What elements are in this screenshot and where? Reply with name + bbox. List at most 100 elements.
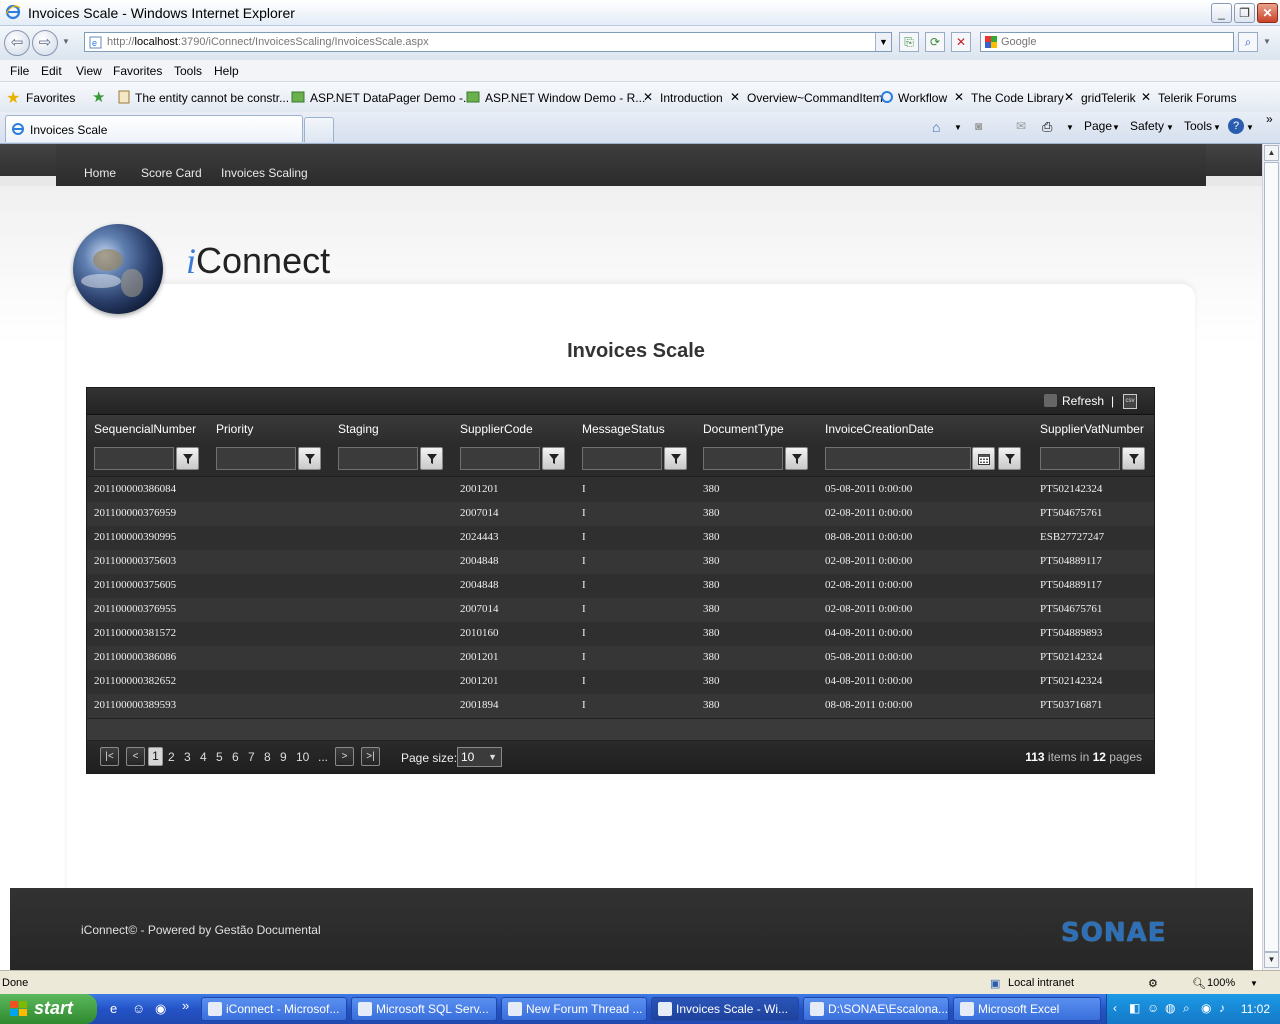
page-number[interactable]: 5 [216,750,223,764]
taskbar-button-invoices-scale[interactable]: Invoices Scale - Wi... [651,997,799,1021]
print-icon[interactable]: ⎙ [1042,119,1052,135]
scroll-down-button[interactable]: ▼ [1264,952,1279,968]
favorites-button[interactable]: Favorites [26,91,75,105]
favorite-link-workflow[interactable]: Workflow [898,91,947,105]
column-header-suppliercode[interactable]: SupplierCode [460,422,533,436]
nav-score-card[interactable]: Score Card [141,166,202,180]
tray-app-icon[interactable]: ◧ [1129,1001,1140,1015]
filter-button-invoicecreationdate[interactable] [998,447,1021,470]
page-number[interactable]: 6 [232,750,239,764]
filter-input-sequencialnumber[interactable] [94,447,174,470]
url-input[interactable]: e http://localhost:3790/iConnect/Invoice… [84,32,892,52]
help-icon[interactable]: ? [1228,118,1244,134]
menu-edit[interactable]: Edit [41,64,62,78]
close-button[interactable]: ✕ [1257,3,1278,23]
tray-search-icon[interactable]: ⌕ [1183,1001,1190,1016]
favorite-link-introduction[interactable]: Introduction [660,91,723,105]
table-row[interactable]: 201100000382652 2001201 I 380 04-08-2011 0:0… [87,670,1154,694]
taskbar-button-excel[interactable]: Microsoft Excel [953,997,1101,1021]
zoom-level[interactable]: 100% [1207,977,1235,989]
search-field[interactable] [980,32,1234,52]
scroll-thumb[interactable] [1264,162,1279,952]
export-csv-icon[interactable]: csv [1123,394,1137,409]
chevron-more-icon[interactable]: » [1266,112,1273,126]
minimize-button[interactable]: _ [1211,3,1232,23]
quicklaunch-ie-icon[interactable]: e [110,1001,117,1016]
table-row[interactable]: 201100000386084 2001201 I 380 05-08-2011 0:0… [87,478,1154,502]
print-dropdown-icon[interactable]: ▼ [1066,123,1074,132]
table-row[interactable]: 201100000376959 2007014 I 380 02-08-2011 0:0… [87,502,1154,526]
table-row[interactable]: 201100000376955 2007014 I 380 02-08-2011 0:0… [87,598,1154,622]
table-row[interactable]: 201100000390995 2024443 I 380 08-08-2011 0:0… [87,526,1154,550]
filter-button-messagestatus[interactable] [664,447,687,470]
compatibility-icon[interactable]: ⎘ [899,32,919,52]
refresh-page-icon[interactable]: ⟳ [925,32,945,52]
menu-favorites[interactable]: Favorites [113,64,162,78]
tray-network-icon[interactable]: ◉ [1201,1001,1211,1015]
taskbar-button-explorer-folder[interactable]: D:\SONAE\Escalona... [803,997,949,1021]
column-header-priority[interactable]: Priority [216,422,253,436]
filter-button-sequencialnumber[interactable] [176,447,199,470]
new-tab-button[interactable] [304,117,334,142]
quicklaunch-messenger-icon[interactable]: ☺ [132,1001,145,1016]
filter-input-priority[interactable] [216,447,296,470]
tools-menu[interactable]: Tools [1184,119,1212,133]
column-header-staging[interactable]: Staging [338,422,379,436]
favorite-link-overview[interactable]: Overview~CommandItem [747,91,883,105]
favorite-link-datapager[interactable]: ASP.NET DataPager Demo -... [310,91,473,105]
table-row[interactable]: 201100000375605 2004848 I 380 02-08-2011 0:0… [87,574,1154,598]
page-number-current[interactable]: 1 [148,747,163,766]
filter-input-suppliercode[interactable] [460,447,540,470]
page-number[interactable]: 7 [248,750,255,764]
page-number[interactable]: 4 [200,750,207,764]
favorite-link-telerik-forums[interactable]: Telerik Forums [1158,91,1237,105]
menu-view[interactable]: View [76,64,102,78]
stop-icon[interactable]: ✕ [951,32,971,52]
column-header-sequencialnumber[interactable]: SequencialNumber [94,422,196,436]
menu-file[interactable]: File [10,64,29,78]
home-dropdown-icon[interactable]: ▼ [954,123,962,132]
page-number[interactable]: 2 [168,750,175,764]
refresh-button[interactable]: Refresh [1044,394,1104,408]
page-number[interactable]: 3 [184,750,191,764]
menu-help[interactable]: Help [214,64,239,78]
table-row[interactable]: 201100000375603 2004848 I 380 02-08-2011 0:0… [87,550,1154,574]
history-dropdown-icon[interactable]: ▼ [62,37,70,46]
vertical-scrollbar[interactable]: ▲ ▼ [1262,144,1280,970]
column-header-documenttype[interactable]: DocumentType [703,422,784,436]
tray-volume-icon[interactable]: ♪ [1219,1001,1225,1015]
filter-button-suppliervatnumber[interactable] [1122,447,1145,470]
first-page-button[interactable]: |< [100,747,119,766]
add-favorite-icon[interactable]: ★ [92,88,105,106]
column-header-messagestatus[interactable]: MessageStatus [582,422,665,436]
protected-mode-icon[interactable]: ⚙ [1148,977,1158,990]
menu-tools[interactable]: Tools [174,64,202,78]
page-menu[interactable]: Page [1084,119,1112,133]
help-dropdown-icon[interactable]: ▼ [1246,123,1254,132]
taskbar-button-forum-thread[interactable]: New Forum Thread ... [501,997,647,1021]
tray-expand-icon[interactable]: ‹ [1113,1001,1117,1015]
taskbar-button-iconnect[interactable]: iConnect - Microsof... [201,997,347,1021]
back-button[interactable]: ⇦ [4,30,30,56]
filter-input-documenttype[interactable] [703,447,783,470]
column-header-invoicecreationdate[interactable]: InvoiceCreationDate [825,422,934,436]
date-picker-button[interactable] [972,447,995,470]
column-header-suppliervatnumber[interactable]: SupplierVatNumber [1040,422,1144,436]
zoom-dropdown-icon[interactable]: ▼ [1250,979,1258,988]
filter-input-suppliervatnumber[interactable] [1040,447,1120,470]
nav-home[interactable]: Home [84,166,116,180]
page-number[interactable]: 8 [264,750,271,764]
maximize-button[interactable]: ❐ [1234,3,1255,23]
safety-menu[interactable]: Safety [1130,119,1164,133]
forward-button[interactable]: ⇨ [32,30,58,56]
search-options-icon[interactable]: ▼ [1263,37,1271,46]
scroll-up-button[interactable]: ▲ [1264,145,1279,161]
filter-button-priority[interactable] [298,447,321,470]
favorite-link-entity[interactable]: The entity cannot be constr... [135,91,289,105]
tab-invoices-scale[interactable]: Invoices Scale [5,115,303,142]
favorite-link-window-demo[interactable]: ASP.NET Window Demo - R... [485,91,645,105]
prev-page-button[interactable]: < [126,747,145,766]
home-icon[interactable]: ⌂ [932,119,940,135]
tray-app-icon[interactable]: ☺ [1147,1001,1159,1015]
page-number[interactable]: 9 [280,750,287,764]
